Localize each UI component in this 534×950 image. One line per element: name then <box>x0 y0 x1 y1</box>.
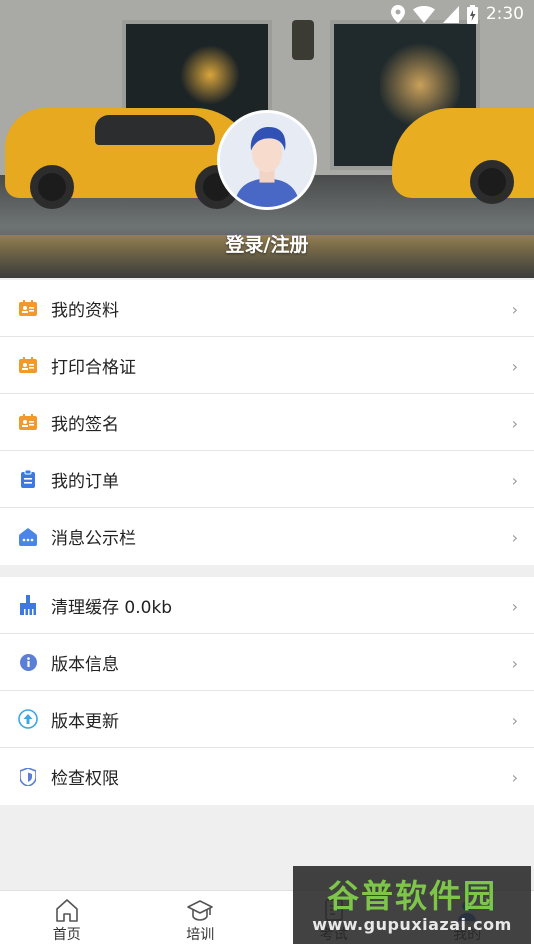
default-avatar-icon <box>220 113 314 207</box>
menu-item-message-board[interactable]: 消息公示栏 › <box>0 508 534 565</box>
avatar[interactable] <box>217 110 317 210</box>
status-bar: 2:30 <box>390 0 534 28</box>
chevron-right-icon: › <box>511 414 518 433</box>
menu-item-label: 我的资料 <box>51 300 119 321</box>
tab-label: 培训 <box>186 927 215 943</box>
watermark-title: 谷普软件园 <box>326 876 497 915</box>
profile-card-icon <box>18 298 38 318</box>
certificate-icon <box>18 355 38 375</box>
menu-item-clear-cache[interactable]: 清理缓存 0.0kb › <box>0 577 534 634</box>
home-icon <box>55 899 78 922</box>
menu-item-label: 我的签名 <box>51 414 119 435</box>
profile-header-banner: 2:30 登录/注册 <box>0 0 534 278</box>
account-menu: 我的资料 › 打印合格证 › 我的签名 › 我的订单 › 消息公示栏 › <box>0 280 534 565</box>
taxi-wheel <box>30 165 74 209</box>
menu-item-label: 消息公示栏 <box>51 529 136 549</box>
menu-item-my-orders[interactable]: 我的订单 › <box>0 451 534 508</box>
menu-item-my-signature[interactable]: 我的签名 › <box>0 394 534 451</box>
battery-icon <box>466 4 478 24</box>
chevron-right-icon: › <box>511 768 518 787</box>
tab-training[interactable]: 培训 <box>134 891 268 950</box>
shield-icon <box>18 767 38 787</box>
menu-item-version-update[interactable]: 版本更新 › <box>0 691 534 748</box>
signature-icon <box>18 412 38 432</box>
signal-icon <box>442 5 459 23</box>
order-clipboard-icon <box>18 469 38 489</box>
chevron-right-icon: › <box>511 654 518 673</box>
upgrade-arrow-icon <box>18 709 38 729</box>
window-light <box>180 45 240 105</box>
chevron-right-icon: › <box>511 597 518 616</box>
chevron-right-icon: › <box>511 300 518 319</box>
menu-item-label: 我的订单 <box>51 471 119 492</box>
message-board-icon <box>18 527 38 547</box>
chevron-right-icon: › <box>511 528 518 547</box>
broom-icon <box>18 595 38 615</box>
tab-label: 首页 <box>52 927 81 943</box>
menu-item-label: 检查权限 <box>51 769 119 789</box>
chevron-right-icon: › <box>511 357 518 376</box>
chevron-right-icon: › <box>511 711 518 730</box>
menu-item-label: 清理缓存 0.0kb <box>51 597 173 618</box>
menu-item-print-certificate[interactable]: 打印合格证 › <box>0 337 534 394</box>
menu-item-label: 版本更新 <box>51 711 119 732</box>
menu-item-version-info[interactable]: 版本信息 › <box>0 634 534 691</box>
settings-menu: 清理缓存 0.0kb › 版本信息 › 版本更新 › 检查权限 › <box>0 577 534 805</box>
watermark: 谷普软件园 www.gupuxiazai.com <box>293 866 531 944</box>
tab-home[interactable]: 首页 <box>0 891 134 950</box>
clock-time: 2:30 <box>485 4 524 24</box>
menu-item-my-profile[interactable]: 我的资料 › <box>0 280 534 337</box>
taxi-window <box>95 115 215 145</box>
menu-item-label: 打印合格证 <box>51 357 136 378</box>
wifi-icon <box>412 5 435 23</box>
watermark-url: www.gupuxiazai.com <box>312 914 512 934</box>
login-register-link[interactable]: 登录/注册 <box>0 230 534 257</box>
graduation-cap-icon <box>187 900 214 921</box>
menu-item-check-permissions[interactable]: 检查权限 › <box>0 748 534 805</box>
info-icon <box>18 652 38 672</box>
chevron-right-icon: › <box>511 471 518 490</box>
street-lamp <box>292 20 314 60</box>
menu-item-label: 版本信息 <box>51 654 119 675</box>
location-icon <box>390 5 405 23</box>
taxi-wheel <box>470 160 514 204</box>
